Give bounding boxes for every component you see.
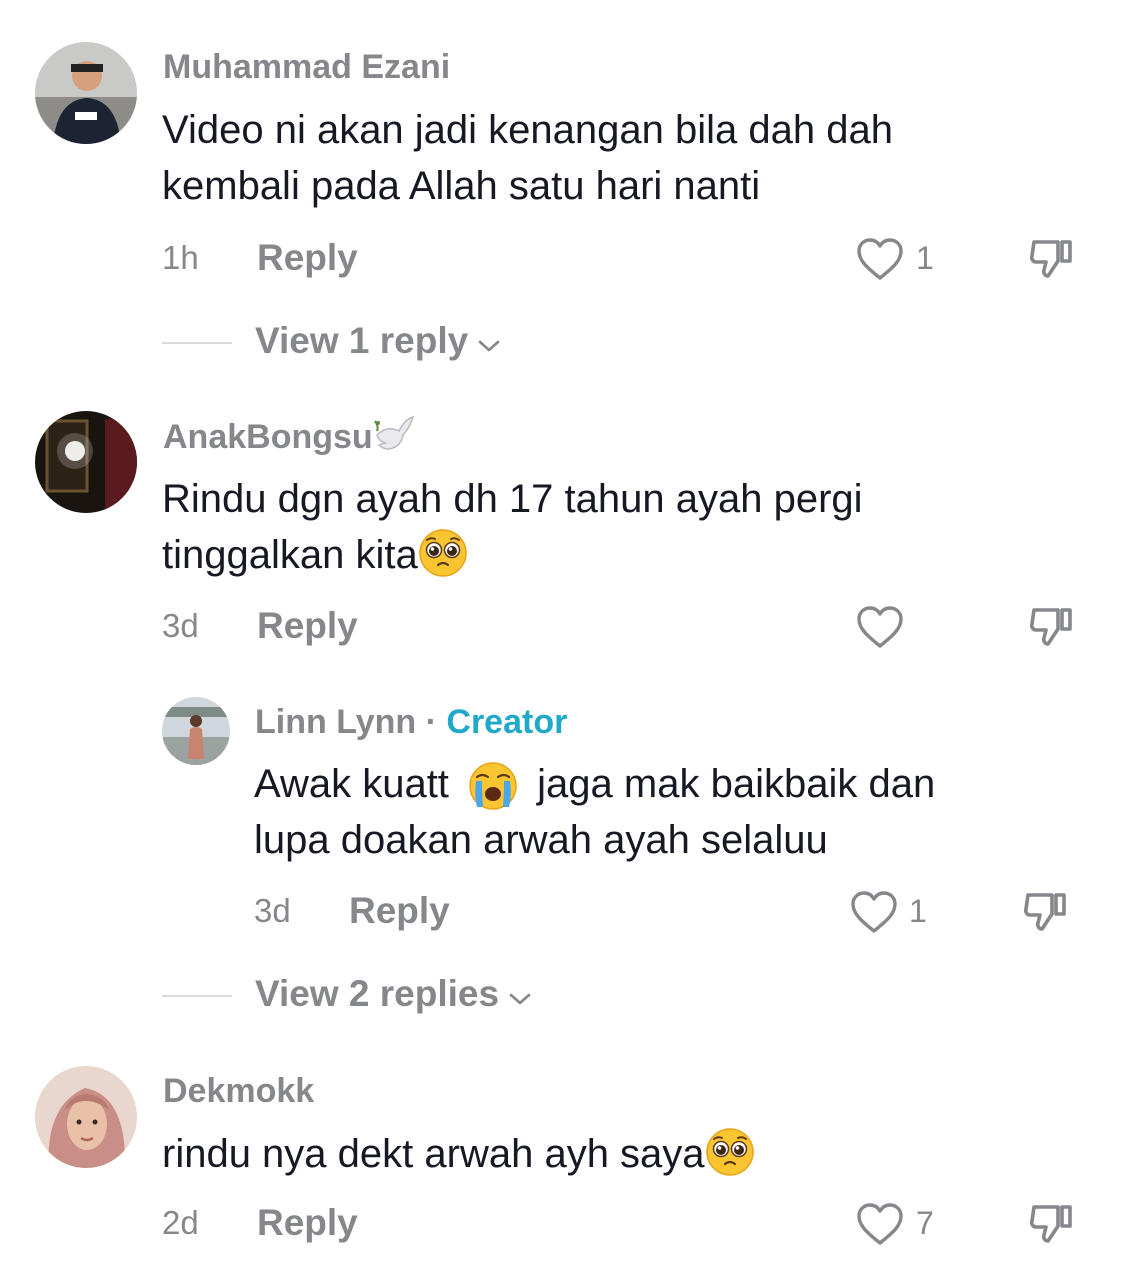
comment-text-line: kembali pada Allah satu hari nanti: [162, 164, 761, 208]
like-count: 1: [916, 240, 934, 276]
creator-badge: Creator: [446, 703, 568, 741]
comment-text-line: rindu nya dekt arwah ayh saya: [162, 1132, 705, 1176]
dislike-icon[interactable]: [1028, 236, 1076, 280]
dislike-icon[interactable]: [1028, 1201, 1076, 1245]
comment-time: 3d: [162, 607, 199, 644]
dislike-icon[interactable]: [1028, 604, 1076, 648]
avatar[interactable]: [35, 1066, 137, 1168]
username-label: AnakBongsu: [163, 418, 373, 456]
view-replies-label: View 2 replies: [255, 973, 500, 1014]
reply-button[interactable]: Reply: [349, 891, 450, 931]
comment-text-line: tinggalkan kita: [162, 533, 418, 577]
reply-button[interactable]: Reply: [257, 238, 358, 278]
comment-text: rindu nya dekt arwah ayh saya: [162, 1126, 755, 1182]
heart-icon[interactable]: [856, 1202, 904, 1246]
like-count: 1: [909, 893, 927, 929]
avatar[interactable]: [35, 42, 137, 144]
comment-username[interactable]: AnakBongsu: [163, 415, 417, 457]
comment-time: 1h: [162, 239, 199, 276]
avatar[interactable]: [162, 697, 230, 765]
comment-time: 3d: [254, 892, 291, 929]
heart-icon[interactable]: [850, 890, 898, 934]
comment-text: Awak kuatt jaga mak baikbaik dan lupa do…: [254, 756, 935, 868]
comment-text-line: jaga mak baikbaik dan: [537, 762, 936, 806]
divider: [162, 995, 232, 997]
username-label: Linn Lynn: [255, 703, 417, 741]
comment-text-line: Awak kuatt: [254, 762, 449, 806]
dislike-icon[interactable]: [1022, 889, 1070, 933]
comment-username[interactable]: Linn Lynn · Creator: [255, 702, 567, 742]
comment-text-line: Rindu dgn ayah dh 17 tahun ayah pergi: [162, 477, 863, 521]
pleading-face-emoji: [705, 1127, 755, 1177]
chevron-down-icon: [508, 992, 532, 1006]
dove-icon: [373, 415, 414, 450]
loudly-crying-face-emoji: [468, 761, 518, 811]
like-count: 7: [916, 1205, 934, 1241]
separator-dot: ·: [425, 703, 437, 741]
comment-username[interactable]: Dekmokk: [163, 1071, 314, 1111]
divider: [162, 342, 232, 344]
comment-text: Rindu dgn ayah dh 17 tahun ayah pergi ti…: [162, 471, 863, 583]
chevron-down-icon: [477, 339, 501, 353]
comment-text-line: lupa doakan arwah ayah selaluu: [254, 818, 828, 862]
comment-text: Video ni akan jadi kenangan bila dah dah…: [162, 102, 893, 214]
reply-button[interactable]: Reply: [257, 606, 358, 646]
view-replies-button[interactable]: View 1 reply: [255, 321, 501, 361]
view-replies-button[interactable]: View 2 replies: [255, 974, 532, 1014]
heart-icon[interactable]: [856, 605, 904, 649]
comment-time: 2d: [162, 1204, 199, 1241]
heart-icon[interactable]: [856, 237, 904, 281]
reply-button[interactable]: Reply: [257, 1203, 358, 1243]
pleading-face-emoji: [418, 528, 468, 578]
avatar[interactable]: [35, 411, 137, 513]
comment-text-line: Video ni akan jadi kenangan bila dah dah: [162, 108, 893, 152]
view-replies-label: View 1 reply: [255, 320, 469, 361]
comment-username[interactable]: Muhammad Ezani: [163, 47, 450, 87]
